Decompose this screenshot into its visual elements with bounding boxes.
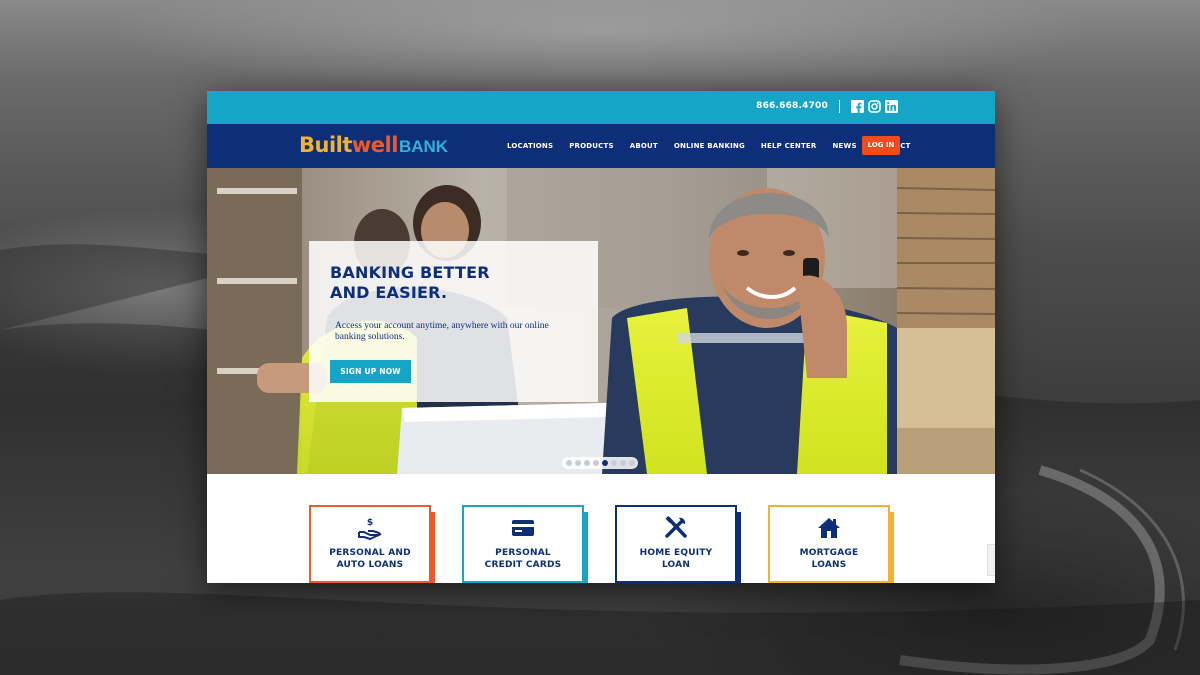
utility-bar: 866.668.4700	[207, 91, 995, 124]
carousel-dot-5[interactable]	[601, 460, 608, 466]
carousel-pagination	[562, 457, 638, 469]
card-personal-credit-cards[interactable]: PERSONAL CREDIT CARDS	[462, 505, 588, 583]
carousel-dot-7[interactable]	[619, 460, 626, 466]
logo-text-built: Built	[299, 133, 352, 157]
card-label-line-2: AUTO LOANS	[336, 560, 404, 570]
credit-card-icon	[512, 520, 534, 536]
phone-number[interactable]: 866.668.4700	[756, 101, 828, 111]
linkedin-icon[interactable]	[885, 100, 898, 113]
card-mortgage-loans[interactable]: MORTGAGE LOANS	[768, 505, 894, 583]
hero-heading-line-1: BANKING BETTER	[330, 263, 490, 282]
card-label-line-1: PERSONAL AND	[329, 548, 411, 558]
nav-item-help-center[interactable]: HELP CENTER	[761, 142, 817, 150]
card-accent-edge	[582, 512, 588, 583]
website-screenshot: 866.668.4700 Built well BANK LOCATIONS PRO…	[207, 91, 995, 583]
card-label: PERSONAL CREDIT CARDS	[464, 547, 582, 571]
hero-heading-line-2: AND EASIER.	[330, 283, 448, 302]
hero-message-card: BANKING BETTER AND EASIER. Access your a…	[309, 241, 598, 402]
instagram-icon[interactable]	[868, 100, 881, 113]
carousel-dot-4[interactable]	[592, 460, 599, 466]
facebook-icon[interactable]	[851, 100, 864, 113]
card-label-line-1: HOME EQUITY	[639, 548, 713, 558]
carousel-dot-6[interactable]	[610, 460, 617, 466]
card-accent-edge	[888, 512, 894, 583]
card-label-line-1: PERSONAL	[495, 548, 551, 558]
card-accent-edge	[429, 512, 435, 583]
product-cards-section: $ PERSONAL AND AUTO LOANS PERSONAL CREDI…	[207, 474, 995, 583]
carousel-dot-3[interactable]	[583, 460, 590, 466]
hero-description: Access your account anytime, anywhere wi…	[335, 321, 549, 342]
card-home-equity-loan[interactable]: HOME EQUITY LOAN	[615, 505, 741, 583]
carousel-dot-2[interactable]	[574, 460, 581, 466]
house-icon	[818, 518, 840, 538]
nav-item-products[interactable]: PRODUCTS	[569, 142, 614, 150]
nav-item-online-banking[interactable]: ONLINE BANKING	[674, 142, 745, 150]
card-label-line-2: LOANS	[811, 560, 847, 570]
card-label-line-2: CREDIT CARDS	[484, 560, 562, 570]
svg-text:$: $	[367, 518, 373, 528]
utility-divider	[838, 100, 840, 113]
main-navigation: Built well BANK LOCATIONS PRODUCTS ABOUT O…	[207, 124, 995, 168]
builtwell-bank-logo[interactable]: Built well BANK	[299, 133, 448, 159]
nav-item-news[interactable]: NEWS	[833, 142, 857, 150]
nav-item-about[interactable]: ABOUT	[630, 142, 658, 150]
recaptcha-badge[interactable]	[987, 544, 995, 576]
hero-banner: BANKING BETTER AND EASIER. Access your a…	[207, 168, 995, 474]
sign-up-now-button[interactable]: SIGN UP NOW	[330, 360, 411, 383]
hand-dollar-icon: $	[358, 518, 382, 540]
card-accent-edge	[735, 512, 741, 583]
card-label: PERSONAL AND AUTO LOANS	[311, 547, 429, 571]
card-label-line-2: LOAN	[661, 560, 691, 570]
card-personal-auto-loans[interactable]: $ PERSONAL AND AUTO LOANS	[309, 505, 435, 583]
card-label: MORTGAGE LOANS	[770, 547, 888, 571]
card-label: HOME EQUITY LOAN	[617, 547, 735, 571]
carousel-dot-8[interactable]	[628, 460, 635, 466]
logo-text-bank: BANK	[398, 137, 449, 156]
logo-text-well: well	[351, 133, 399, 157]
carousel-dot-1[interactable]	[565, 460, 572, 466]
nav-item-locations[interactable]: LOCATIONS	[507, 142, 553, 150]
card-label-line-1: MORTGAGE	[799, 548, 859, 558]
tools-icon	[665, 516, 687, 538]
hero-heading: BANKING BETTER AND EASIER.	[330, 263, 570, 303]
login-button[interactable]: LOG IN	[862, 136, 900, 155]
